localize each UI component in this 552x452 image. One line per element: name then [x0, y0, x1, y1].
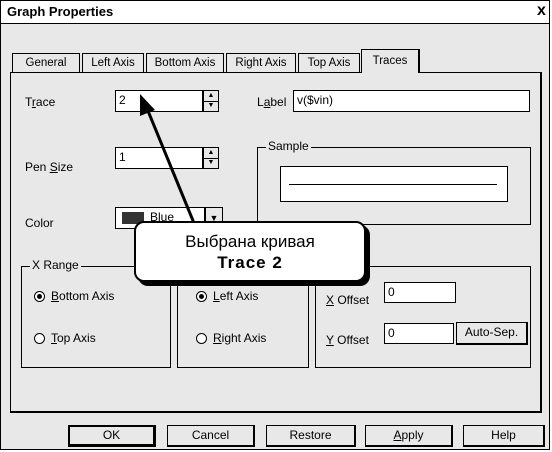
arrow-shaft [144, 105, 198, 229]
annotation-callout: Выбрана кривая Trace 2 [134, 221, 366, 282]
arrow-head [140, 94, 155, 116]
callout-line-2: Trace 2 [217, 253, 283, 272]
callout-line-1: Выбрана кривая [185, 232, 315, 251]
